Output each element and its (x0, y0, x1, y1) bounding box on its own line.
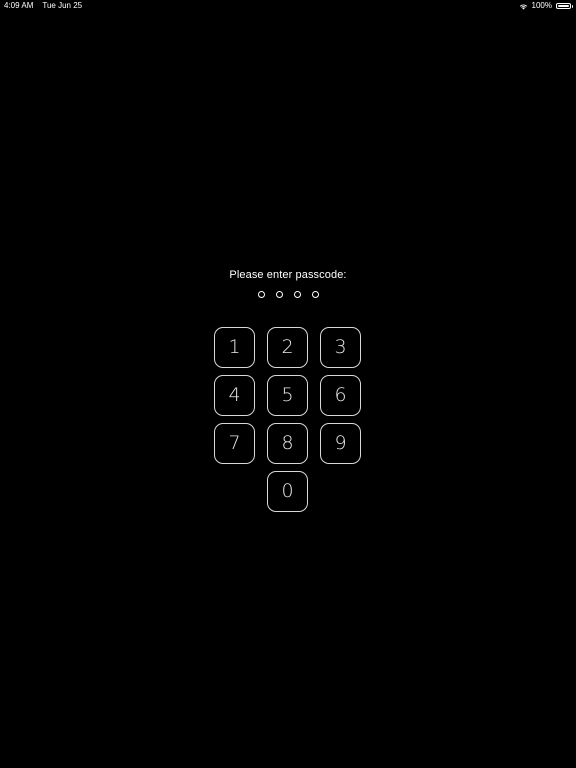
passcode-dot (275, 291, 283, 298)
key-9[interactable]: 9 (320, 423, 361, 464)
status-right: 100% (519, 0, 573, 12)
key-7[interactable]: 7 (214, 423, 255, 464)
key-4[interactable]: 4 (214, 375, 255, 416)
status-bar: 4:09 AM Tue Jun 25 100% (0, 0, 576, 12)
key-2[interactable]: 2 (267, 327, 308, 368)
battery-percent: 100% (531, 1, 552, 10)
status-time: 4:09 AM (4, 1, 34, 10)
passcode-dot (257, 291, 265, 298)
passcode-dots (0, 291, 576, 298)
passcode-dot (293, 291, 301, 298)
battery-icon (556, 3, 573, 9)
key-1[interactable]: 1 (214, 327, 255, 368)
wifi-icon (519, 3, 527, 10)
keypad: 1 2 3 4 5 6 7 8 9 0 (214, 327, 363, 513)
status-left: 4:09 AM Tue Jun 25 (4, 0, 82, 12)
status-date: Tue Jun 25 (42, 1, 83, 10)
key-5[interactable]: 5 (267, 375, 308, 416)
passcode-prompt: Please enter passcode: (229, 269, 347, 281)
battery-fill (558, 5, 569, 7)
key-3[interactable]: 3 (320, 327, 361, 368)
key-6[interactable]: 6 (320, 375, 361, 416)
passcode-dot (311, 291, 319, 298)
key-8[interactable]: 8 (267, 423, 308, 464)
key-0[interactable]: 0 (267, 471, 308, 512)
